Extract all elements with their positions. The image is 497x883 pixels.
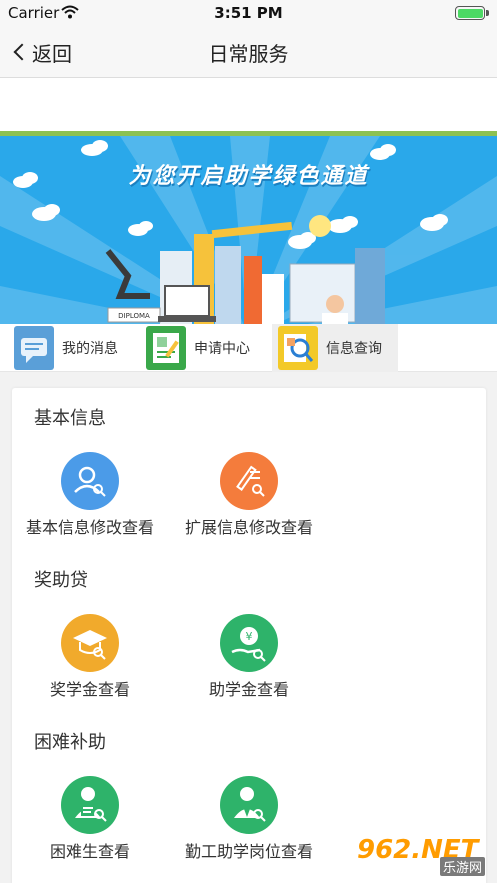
application-form-icon [146,326,186,370]
tab-info-query[interactable]: 信息查询 [272,324,398,372]
service-scholarship[interactable]: 奖学金查看 [10,614,170,700]
service-label: 助学金查看 [208,680,289,699]
quick-tabs: 我的消息 申请中心 信息查询 [0,324,497,372]
status-time: 3:51 PM [214,4,283,22]
section-title-basic-info: 基本信息 [34,408,106,429]
services-card: 基本信息 基本信息修改查看 扩展信息修改查看 奖助贷 奖学金查看 ¥ 助学金查看 [12,388,486,883]
service-label: 困难生查看 [49,842,130,861]
service-grant[interactable]: ¥ 助学金查看 [169,614,329,700]
service-basic-info-edit[interactable]: 基本信息修改查看 [10,452,170,538]
battery-tip [486,10,489,16]
tab-my-messages[interactable]: 我的消息 [8,324,136,372]
message-icon [14,326,54,370]
user-search-icon [61,452,119,510]
edit-search-icon [220,452,278,510]
watermark-subtitle: 乐游网 [439,857,485,876]
service-label: 扩展信息修改查看 [184,518,313,537]
services-content: 基本信息 基本信息修改查看 扩展信息修改查看 奖助贷 奖学金查看 ¥ 助学金查看 [0,372,497,883]
info-search-icon [278,326,318,370]
banner-slogan: 为您开启助学绿色通道 [128,164,369,189]
tab-label: 信息查询 [326,341,382,357]
yuan-hand-icon: ¥ [220,614,278,672]
status-bar: Carrier 3:51 PM [0,0,497,26]
page-title: 日常服务 [208,42,289,66]
service-label: 奖学金查看 [49,680,130,699]
diploma-text: DIPLOMA [118,312,150,320]
service-label: 勤工助学岗位查看 [184,842,313,861]
promo-banner: DIPLOMA 为您开启助学绿色通道 [0,136,497,326]
section-title-awards-aid: 奖助贷 [34,570,88,591]
watermark-logo: 962.NET 乐游网 [357,835,489,876]
graduation-cap-icon [61,614,119,672]
tab-label: 申请中心 [194,341,250,357]
svg-text:¥: ¥ [246,630,253,643]
work-study-icon [220,776,278,834]
battery-icon [455,6,485,20]
hardship-student-icon [61,776,119,834]
service-work-study-positions[interactable]: 勤工助学岗位查看 [169,776,329,862]
service-hardship-students[interactable]: 困难生查看 [10,776,170,862]
tab-label: 我的消息 [62,341,118,357]
service-label: 基本信息修改查看 [25,518,154,537]
service-extended-info-edit[interactable]: 扩展信息修改查看 [169,452,329,538]
navigation-bar: 返回 日常服务 [0,26,497,78]
tab-application-center[interactable]: 申请中心 [140,324,268,372]
section-title-hardship: 困难补助 [34,732,106,753]
